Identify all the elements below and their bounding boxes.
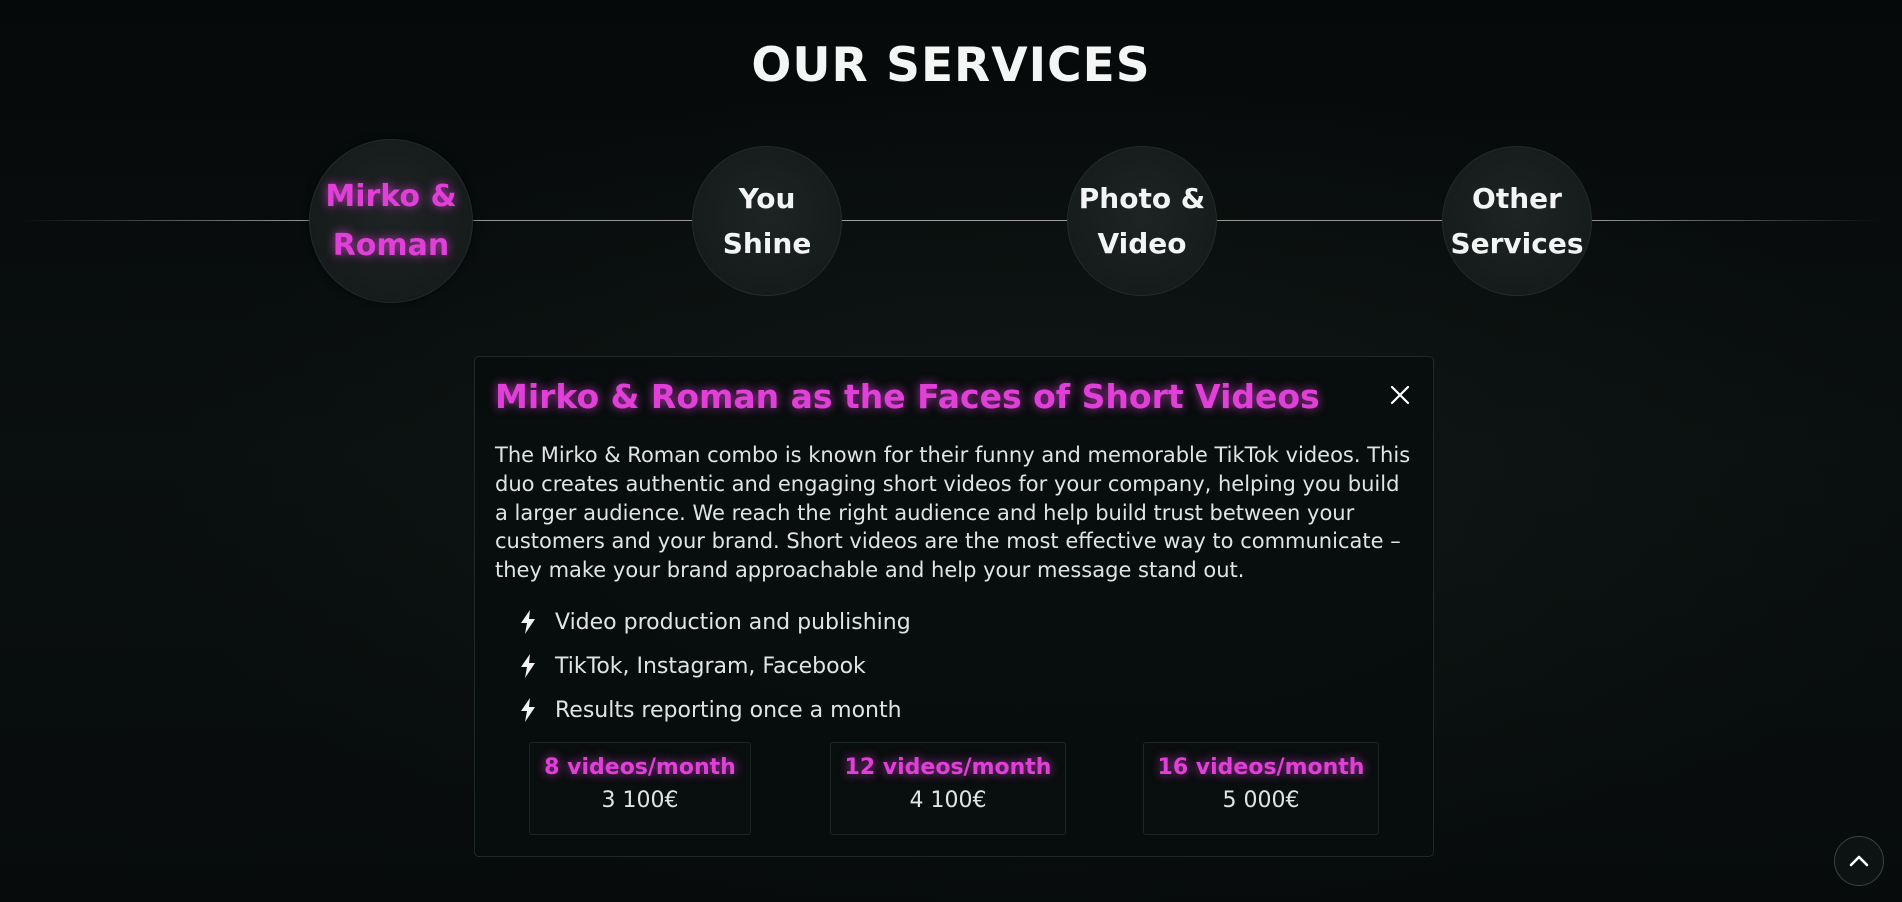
lightning-bolt-icon <box>521 610 535 634</box>
panel-title: Mirko & Roman as the Faces of Short Vide… <box>495 377 1320 416</box>
plan-name: 16 videos/month <box>1157 755 1365 780</box>
list-item: Results reporting once a month <box>519 688 911 732</box>
lightning-bolt-icon <box>521 698 535 722</box>
lightning-bolt-icon <box>521 654 535 678</box>
timeline-item-other-services[interactable]: Other Services <box>1442 146 1592 296</box>
feature-label: Video production and publishing <box>555 609 911 635</box>
list-item: Video production and publishing <box>519 600 911 644</box>
plan-price: 4 100€ <box>909 788 987 813</box>
feature-label: Results reporting once a month <box>555 697 902 723</box>
timeline-item-label: You Shine <box>722 182 812 260</box>
plan-card-8[interactable]: 8 videos/month 3 100€ <box>529 742 751 835</box>
plan-price: 3 100€ <box>601 788 679 813</box>
panel-description: The Mirko & Roman combo is known for the… <box>495 443 1411 583</box>
timeline-item-label: Mirko & Roman <box>325 179 457 263</box>
services-section: OUR SERVICES Mirko & Roman You Shine Pho… <box>0 0 1902 902</box>
timeline-line <box>20 220 1882 221</box>
chevron-up-icon <box>1849 855 1869 867</box>
timeline-item-label: Photo & Video <box>1078 182 1206 260</box>
plan-price: 5 000€ <box>1222 788 1300 813</box>
section-title: OUR SERVICES <box>751 38 1151 93</box>
scroll-to-top-button[interactable] <box>1834 836 1884 886</box>
plan-card-12[interactable]: 12 videos/month 4 100€ <box>830 742 1066 835</box>
plan-card-16[interactable]: 16 videos/month 5 000€ <box>1143 742 1379 835</box>
service-detail-panel: Mirko & Roman as the Faces of Short Vide… <box>474 356 1434 857</box>
close-button[interactable] <box>1387 382 1413 408</box>
timeline-item-photo-video[interactable]: Photo & Video <box>1067 146 1217 296</box>
plan-name: 12 videos/month <box>844 755 1052 780</box>
plan-name: 8 videos/month <box>544 755 736 780</box>
timeline-item-label: Other Services <box>1450 182 1584 260</box>
feature-list: Video production and publishing TikTok, … <box>519 600 911 732</box>
timeline-item-you-shine[interactable]: You Shine <box>692 146 842 296</box>
timeline-item-mirko-roman[interactable]: Mirko & Roman <box>309 139 473 303</box>
feature-label: TikTok, Instagram, Facebook <box>555 653 866 679</box>
close-icon <box>1390 385 1410 405</box>
list-item: TikTok, Instagram, Facebook <box>519 644 911 688</box>
